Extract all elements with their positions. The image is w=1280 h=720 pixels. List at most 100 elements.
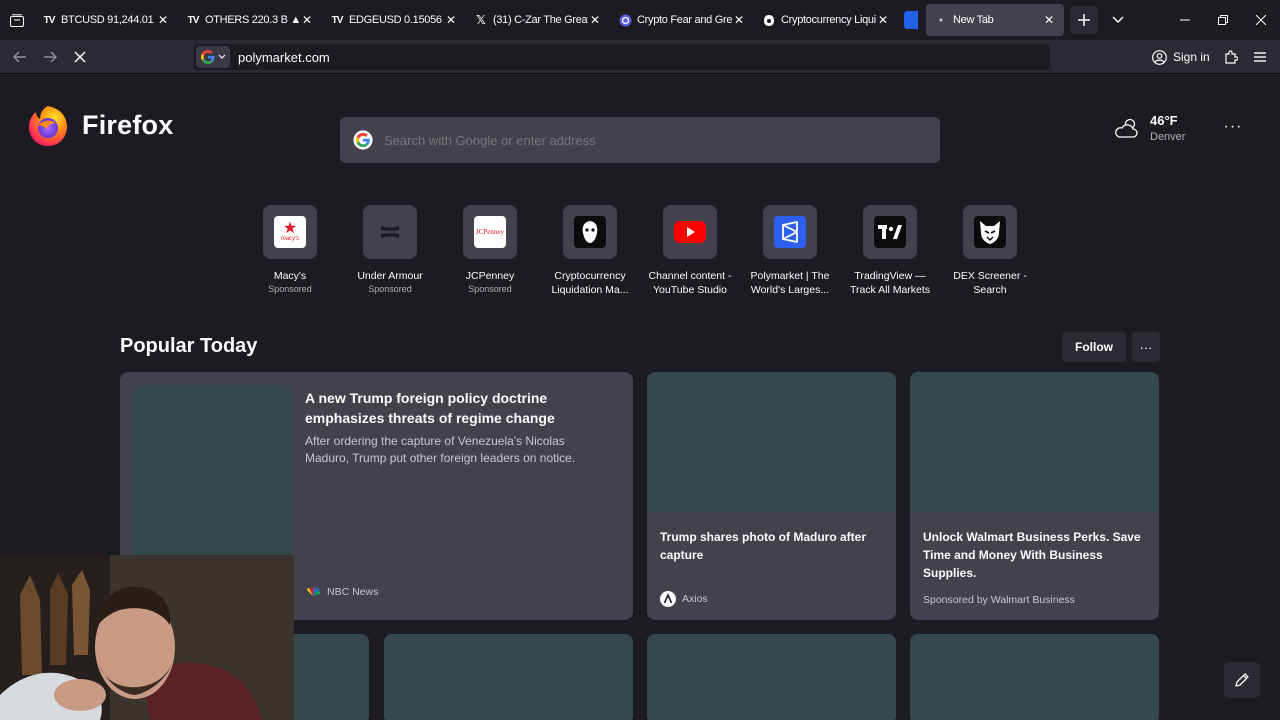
tab-title: Cryptocurrency Liquid (781, 14, 876, 26)
site-tile: ★ macy's (263, 205, 317, 259)
close-tab-icon[interactable]: ✕ (876, 13, 890, 27)
top-site-tradingview[interactable]: TradingView — Track All Markets (840, 205, 940, 297)
follow-button[interactable]: Follow (1062, 332, 1126, 362)
tab-title: New Tab (953, 14, 994, 26)
source-name: NBC News (327, 586, 379, 598)
story-card[interactable]: Trump shares photo of Maduro after captu… (647, 372, 896, 620)
sponsor-label: Sponsored by Walmart Business (923, 594, 1075, 606)
site-tile (863, 205, 917, 259)
site-title: TradingView — Track All Markets (849, 270, 931, 296)
jcpenney-icon: JCPenney (474, 216, 506, 248)
minimize-button[interactable] (1166, 0, 1204, 40)
section-menu-button[interactable]: ··· (1132, 332, 1160, 362)
weather-menu-button[interactable]: ··· (1222, 118, 1244, 138)
close-tab-icon[interactable]: ✕ (732, 13, 746, 27)
story-image (910, 634, 1159, 720)
top-site-jcpenney[interactable]: JCPenney JCPenney Sponsored (440, 205, 540, 297)
hamburger-icon (1254, 52, 1266, 62)
top-site-macys[interactable]: ★ macy's Macy's Sponsored (240, 205, 340, 297)
puzzle-icon (1225, 50, 1238, 64)
story-headline: Trump shares photo of Maduro after captu… (660, 530, 867, 562)
stop-x-icon (74, 50, 86, 63)
close-tab-icon[interactable]: ✕ (1042, 13, 1056, 27)
top-sites: ★ macy's Macy's Sponsored Under Armour S… (240, 205, 1040, 297)
tab-pinned[interactable] (898, 4, 926, 36)
sponsored-label: Sponsored (268, 284, 312, 294)
top-site-youtube-studio[interactable]: Channel content - YouTube Studio (640, 205, 740, 297)
top-site-polymarket[interactable]: Polymarket | The World's Larges... (740, 205, 840, 297)
tab-fear-greed[interactable]: Crypto Fear and Greed ✕ (610, 4, 754, 36)
new-tab-button[interactable] (1070, 6, 1098, 34)
story-card[interactable]: Unlock Walmart Business Perks. Save Time… (910, 372, 1159, 620)
close-window-button[interactable] (1242, 0, 1280, 40)
top-site-dexscreener[interactable]: DEX Screener - Search (940, 205, 1040, 297)
site-tile (563, 205, 617, 259)
story-source: Sponsored by Walmart Business (923, 594, 1075, 606)
pinned-tab-icon (904, 11, 918, 29)
customize-edit-button[interactable] (1224, 662, 1260, 698)
coinglass-icon (574, 216, 606, 248)
story-image (910, 372, 1159, 512)
site-title: Channel content - YouTube Studio (648, 270, 732, 296)
tab-title: OTHERS 220.3 B ▲ +1 (205, 14, 300, 26)
fear-greed-icon (618, 13, 632, 27)
arrow-left-icon (13, 50, 26, 63)
axios-icon (660, 591, 676, 607)
top-site-under-armour[interactable]: Under Armour Sponsored (340, 205, 440, 297)
url-text[interactable]: polymarket.com (238, 50, 330, 65)
weather-widget[interactable]: 46°F Denver (1114, 113, 1185, 143)
back-button[interactable] (5, 42, 35, 72)
tab-new-tab[interactable]: ● New Tab ✕ (926, 4, 1064, 36)
tab-edgeusd[interactable]: TV EDGEUSD 0.15056 ▼ ✕ (322, 4, 466, 36)
story-image (647, 372, 896, 512)
story-headline: A new Trump foreign policy doctrine emph… (305, 390, 555, 426)
google-icon (353, 130, 373, 150)
story-source: NBC News (305, 586, 378, 598)
search-input[interactable] (384, 132, 904, 148)
tab-x-czar[interactable]: 𝕏 (31) C-Zar The Great ( ✕ (466, 4, 610, 36)
sign-in-label: Sign in (1173, 50, 1210, 64)
tab-title: (31) C-Zar The Great ( (493, 14, 588, 26)
site-title: JCPenney (465, 270, 515, 282)
weather-temperature: 46°F (1150, 113, 1178, 128)
site-tile (663, 205, 717, 259)
tab-title: EDGEUSD 0.15056 ▼ (349, 14, 444, 26)
tab-others[interactable]: TV OTHERS 220.3 B ▲ +1 ✕ (178, 4, 322, 36)
webcam-overlay (0, 555, 294, 720)
top-site-coinglass[interactable]: Cryptocurrency Liquidation Ma... (540, 205, 640, 297)
sign-in-button[interactable]: Sign in (1152, 46, 1210, 68)
tradingview-icon: TV (43, 14, 56, 26)
extensions-button[interactable] (1216, 42, 1246, 72)
tab-title: BTCUSD 91,244.01 ▲ (61, 14, 156, 26)
site-tile (763, 205, 817, 259)
tab-overflow-button[interactable] (1104, 6, 1132, 34)
story-card[interactable] (647, 634, 896, 720)
tab-title: Crypto Fear and Greed (637, 14, 732, 26)
close-tab-icon[interactable]: ✕ (300, 13, 314, 27)
stop-button[interactable] (65, 42, 95, 72)
story-card[interactable] (910, 634, 1159, 720)
account-icon (1152, 49, 1167, 65)
restore-button[interactable] (1204, 0, 1242, 40)
source-name: Axios (682, 593, 708, 605)
macys-icon: ★ macy's (274, 216, 306, 248)
close-tab-icon[interactable]: ✕ (588, 13, 602, 27)
search-engine-button[interactable] (196, 46, 230, 68)
story-card[interactable] (384, 634, 633, 720)
search-box[interactable] (340, 117, 940, 163)
firefox-logo-icon (29, 106, 67, 146)
firefox-dot-icon: ● (938, 16, 944, 24)
tab-liquidation[interactable]: Cryptocurrency Liquid ✕ (754, 4, 898, 36)
close-tab-icon[interactable]: ✕ (444, 13, 458, 27)
google-icon (200, 50, 214, 64)
tab-btcusd[interactable]: TV BTCUSD 91,244.01 ▲ ✕ (34, 4, 178, 36)
list-all-tabs-button[interactable] (0, 0, 34, 40)
arrow-right-icon (44, 50, 57, 63)
tab-strip: TV BTCUSD 91,244.01 ▲ ✕ TV OTHERS 220.3 … (0, 0, 1280, 40)
forward-button[interactable] (35, 42, 65, 72)
close-tab-icon[interactable]: ✕ (156, 13, 170, 27)
coinglass-icon (762, 13, 776, 27)
app-menu-button[interactable] (1245, 42, 1275, 72)
tradingview-icon: TV (187, 14, 200, 26)
url-bar[interactable]: polymarket.com (194, 44, 1050, 70)
